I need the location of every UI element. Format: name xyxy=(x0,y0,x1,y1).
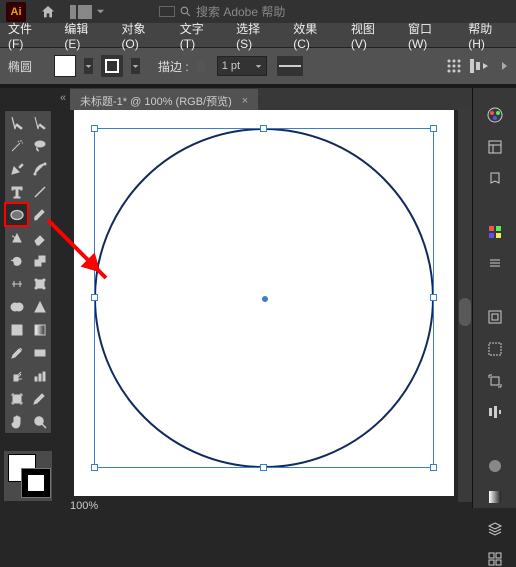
symbols-panel-icon[interactable] xyxy=(485,309,505,325)
status-bar: 100% xyxy=(70,500,98,512)
shaper-tool[interactable] xyxy=(5,226,28,249)
menu-object[interactable]: 对象(O) xyxy=(121,20,161,51)
doc-icon xyxy=(159,6,175,17)
swatches-panel-icon[interactable] xyxy=(485,224,505,240)
stroke-label: 描边 : xyxy=(158,58,189,75)
rotate-tool[interactable] xyxy=(5,249,28,272)
layers-panel-icon[interactable] xyxy=(485,520,505,536)
gradient-tool[interactable] xyxy=(28,318,51,341)
libraries-panel-icon[interactable] xyxy=(485,170,505,186)
canvas-area xyxy=(70,110,460,500)
symbol-sprayer-tool[interactable] xyxy=(5,364,28,387)
brushes-panel-icon[interactable] xyxy=(485,255,505,271)
perspective-tool[interactable] xyxy=(28,295,51,318)
handle-nw[interactable] xyxy=(91,125,98,132)
tool-name-label: 椭圆 xyxy=(8,58,32,75)
shape-builder-tool[interactable] xyxy=(5,295,28,318)
lasso-tool[interactable] xyxy=(28,134,51,157)
artboard-tool[interactable] xyxy=(5,387,28,410)
tab-title: 未标题-1* @ 100% (RGB/预览) xyxy=(80,93,232,109)
menu-window[interactable]: 窗口(W) xyxy=(408,20,450,51)
stroke-panel-icon[interactable] xyxy=(485,340,505,358)
home-icon[interactable] xyxy=(40,4,56,20)
stroke-weight-field[interactable]: 1 pt xyxy=(217,56,267,76)
close-tab-button[interactable]: × xyxy=(242,95,248,107)
stroke-dropdown[interactable] xyxy=(131,58,140,74)
hand-tool[interactable] xyxy=(5,410,28,433)
stroke-weight-stepper[interactable] xyxy=(197,61,205,72)
anchor-bottom[interactable] xyxy=(260,464,267,471)
scrollbar-thumb[interactable] xyxy=(459,298,471,326)
blend-tool[interactable] xyxy=(28,341,51,364)
curvature-tool[interactable] xyxy=(28,157,51,180)
ellipse-tool[interactable] xyxy=(5,203,28,226)
anchor-left[interactable] xyxy=(91,294,98,301)
layout-dropdown[interactable] xyxy=(70,5,105,19)
options-icon[interactable] xyxy=(446,58,462,74)
asset-export-panel-icon[interactable] xyxy=(485,551,505,567)
menu-view[interactable]: 视图(V) xyxy=(351,20,390,51)
app-badge: Ai xyxy=(6,2,26,22)
selection-tool[interactable] xyxy=(5,111,28,134)
search-icon[interactable] xyxy=(179,5,192,18)
fill-swatch[interactable] xyxy=(54,55,76,77)
line-tool[interactable] xyxy=(28,180,51,203)
anchor-top[interactable] xyxy=(260,125,267,132)
stroke-color[interactable] xyxy=(22,469,50,497)
center-point xyxy=(262,296,268,302)
stroke-swatch[interactable] xyxy=(101,55,123,77)
scale-tool[interactable] xyxy=(28,249,51,272)
eraser-tool[interactable] xyxy=(28,226,51,249)
align-icon[interactable] xyxy=(470,57,492,75)
menu-file[interactable]: 文件(F) xyxy=(8,20,46,51)
magic-wand-tool[interactable] xyxy=(5,134,28,157)
appearance-panel-icon[interactable] xyxy=(485,458,505,474)
handle-ne[interactable] xyxy=(430,125,437,132)
search-input[interactable]: 搜索 Adobe 帮助 xyxy=(196,3,285,20)
type-tool[interactable] xyxy=(5,180,28,203)
graphic-styles-panel-icon[interactable] xyxy=(485,489,505,505)
menu-select[interactable]: 选择(S) xyxy=(236,20,275,51)
right-panel xyxy=(472,88,516,508)
transform-panel-icon[interactable] xyxy=(485,373,505,389)
artboard[interactable] xyxy=(74,110,454,496)
mesh-tool[interactable] xyxy=(5,318,28,341)
properties-panel-icon[interactable] xyxy=(485,139,505,155)
menu-help[interactable]: 帮助(H) xyxy=(468,20,508,51)
align-panel-icon[interactable] xyxy=(485,404,505,420)
width-tool[interactable] xyxy=(5,272,28,295)
control-bar: 椭圆 描边 : 1 pt xyxy=(0,47,516,86)
stroke-style-dropdown[interactable] xyxy=(277,56,303,76)
color-panel-icon[interactable] xyxy=(485,106,505,124)
fill-stroke-panel[interactable] xyxy=(4,451,52,501)
handle-sw[interactable] xyxy=(91,464,98,471)
menu-bar: 文件(F) 编辑(E) 对象(O) 文字(T) 选择(S) 效果(C) 视图(V… xyxy=(0,23,516,47)
direct-selection-tool[interactable] xyxy=(28,111,51,134)
paintbrush-tool[interactable] xyxy=(28,203,51,226)
chevron-right-icon[interactable] xyxy=(500,61,508,71)
zoom-tool[interactable] xyxy=(28,410,51,433)
vertical-scrollbar[interactable] xyxy=(458,108,472,502)
panel-collapse-icon[interactable]: « xyxy=(60,92,66,104)
document-tab[interactable]: 未标题-1* @ 100% (RGB/预览) × xyxy=(70,89,258,113)
eyedropper-tool[interactable] xyxy=(5,341,28,364)
toolbox xyxy=(4,110,52,434)
fill-dropdown[interactable] xyxy=(84,58,93,74)
zoom-level[interactable]: 100% xyxy=(70,500,98,512)
menu-edit[interactable]: 编辑(E) xyxy=(64,20,103,51)
column-graph-tool[interactable] xyxy=(28,364,51,387)
pen-tool[interactable] xyxy=(5,157,28,180)
menu-effect[interactable]: 效果(C) xyxy=(293,20,333,51)
anchor-right[interactable] xyxy=(430,294,437,301)
handle-se[interactable] xyxy=(430,464,437,471)
free-transform-tool[interactable] xyxy=(28,272,51,295)
slice-tool[interactable] xyxy=(28,387,51,410)
menu-type[interactable]: 文字(T) xyxy=(180,20,218,51)
